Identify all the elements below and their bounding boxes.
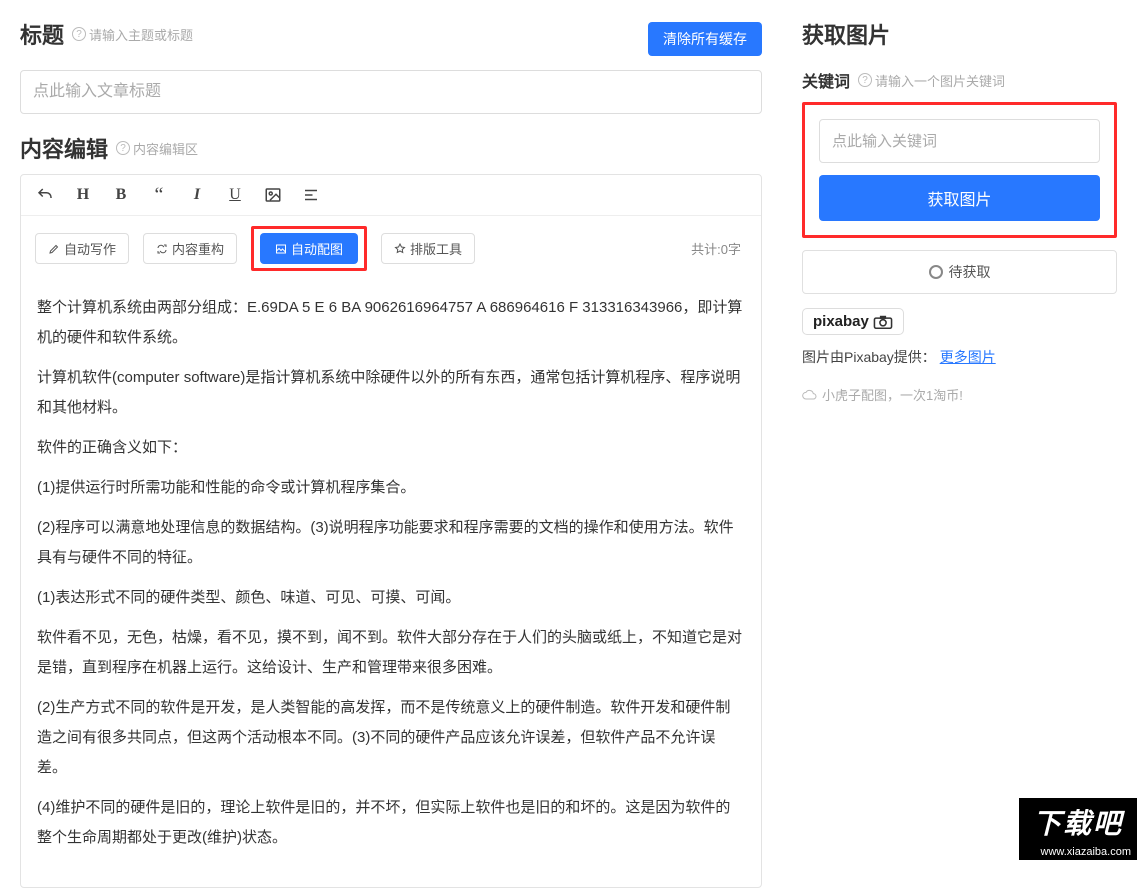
content-label: 内容编辑 <box>20 132 108 164</box>
undo-icon[interactable] <box>35 185 55 205</box>
editor-toolbar: H B “ I U <box>21 175 761 216</box>
info-icon: ? <box>858 73 872 87</box>
content-area[interactable]: 整个计算机系统由两部分组成：E.69DA 5 E 6 BA 9062616964… <box>21 281 761 887</box>
paragraph: (2)生产方式不同的软件是开发，是人类智能的高发挥，而不是传统意义上的硬件制造。… <box>37 693 745 783</box>
quote-icon[interactable]: “ <box>149 185 169 205</box>
paragraph: 软件的正确含义如下： <box>37 433 745 463</box>
keyword-highlight-box: 获取图片 <box>802 102 1117 238</box>
info-icon: ? <box>72 27 86 41</box>
pending-status: 待获取 <box>802 250 1117 294</box>
paragraph: 计算机软件(computer software)是指计算机系统中除硬件以外的所有… <box>37 363 745 423</box>
get-image-button[interactable]: 获取图片 <box>819 175 1100 221</box>
paragraph: (1)表达形式不同的硬件类型、颜色、味道、可见、可摸、可闻。 <box>37 583 745 613</box>
title-hint: ? 请输入主题或标题 <box>72 25 193 44</box>
underline-icon[interactable]: U <box>225 185 245 205</box>
word-count: 共计:0字 <box>691 239 741 258</box>
keyword-hint: ? 请输入一个图片关键词 <box>858 71 1005 90</box>
content-header: 内容编辑 ? 内容编辑区 <box>20 132 762 164</box>
title-header: 标题 ? 请输入主题或标题 清除所有缓存 <box>20 18 762 60</box>
keyword-input[interactable] <box>819 119 1100 163</box>
auto-image-button[interactable]: 自动配图 <box>260 233 358 264</box>
heading-icon[interactable]: H <box>73 185 93 205</box>
camera-icon <box>873 315 893 329</box>
image-icon[interactable] <box>263 185 283 205</box>
editor-box: H B “ I U 自动写作 内容重构 <box>20 174 762 888</box>
auto-image-highlight: 自动配图 <box>251 226 367 271</box>
auto-write-button[interactable]: 自动写作 <box>35 233 129 264</box>
clear-cache-button[interactable]: 清除所有缓存 <box>648 22 762 56</box>
paragraph: 整个计算机系统由两部分组成：E.69DA 5 E 6 BA 9062616964… <box>37 293 745 353</box>
align-icon[interactable] <box>301 185 321 205</box>
layout-tool-button[interactable]: 排版工具 <box>381 233 475 264</box>
cloud-icon <box>802 389 818 401</box>
article-title-input[interactable] <box>20 70 762 114</box>
paragraph: (4)维护不同的硬件是旧的，理论上软件是旧的，并不坏，但实际上软件也是旧的和坏的… <box>37 793 745 853</box>
image-panel-title: 获取图片 <box>802 18 890 50</box>
pixabay-badge: pixabay <box>802 308 904 335</box>
paragraph: (1)提供运行时所需功能和性能的命令或计算机程序集合。 <box>37 473 745 503</box>
footer-note: 小虎子配图，一次1淘币! <box>802 385 1117 404</box>
bold-icon[interactable]: B <box>111 185 131 205</box>
paragraph: 软件看不见，无色，枯燥，看不见，摸不到，闻不到。软件大部分存在于人们的头脑或纸上… <box>37 623 745 683</box>
watermark: 下载吧 www.xiazaiba.com <box>1019 798 1137 860</box>
keyword-label: 关键词 <box>802 68 850 92</box>
loading-icon <box>929 265 943 279</box>
title-label: 标题 <box>20 18 64 50</box>
content-hint: ? 内容编辑区 <box>116 139 198 158</box>
image-panel-header: 获取图片 <box>802 18 1117 50</box>
image-credit: 图片由Pixabay提供： 更多图片 <box>802 347 1117 367</box>
info-icon: ? <box>116 141 130 155</box>
more-images-link[interactable]: 更多图片 <box>940 349 996 365</box>
paragraph: (2)程序可以满意地处理信息的数据结构。(3)说明程序功能要求和程序需要的文档的… <box>37 513 745 573</box>
restructure-button[interactable]: 内容重构 <box>143 233 237 264</box>
editor-actions: 自动写作 内容重构 自动配图 排版工具 共计:0字 <box>21 216 761 281</box>
italic-icon[interactable]: I <box>187 185 207 205</box>
